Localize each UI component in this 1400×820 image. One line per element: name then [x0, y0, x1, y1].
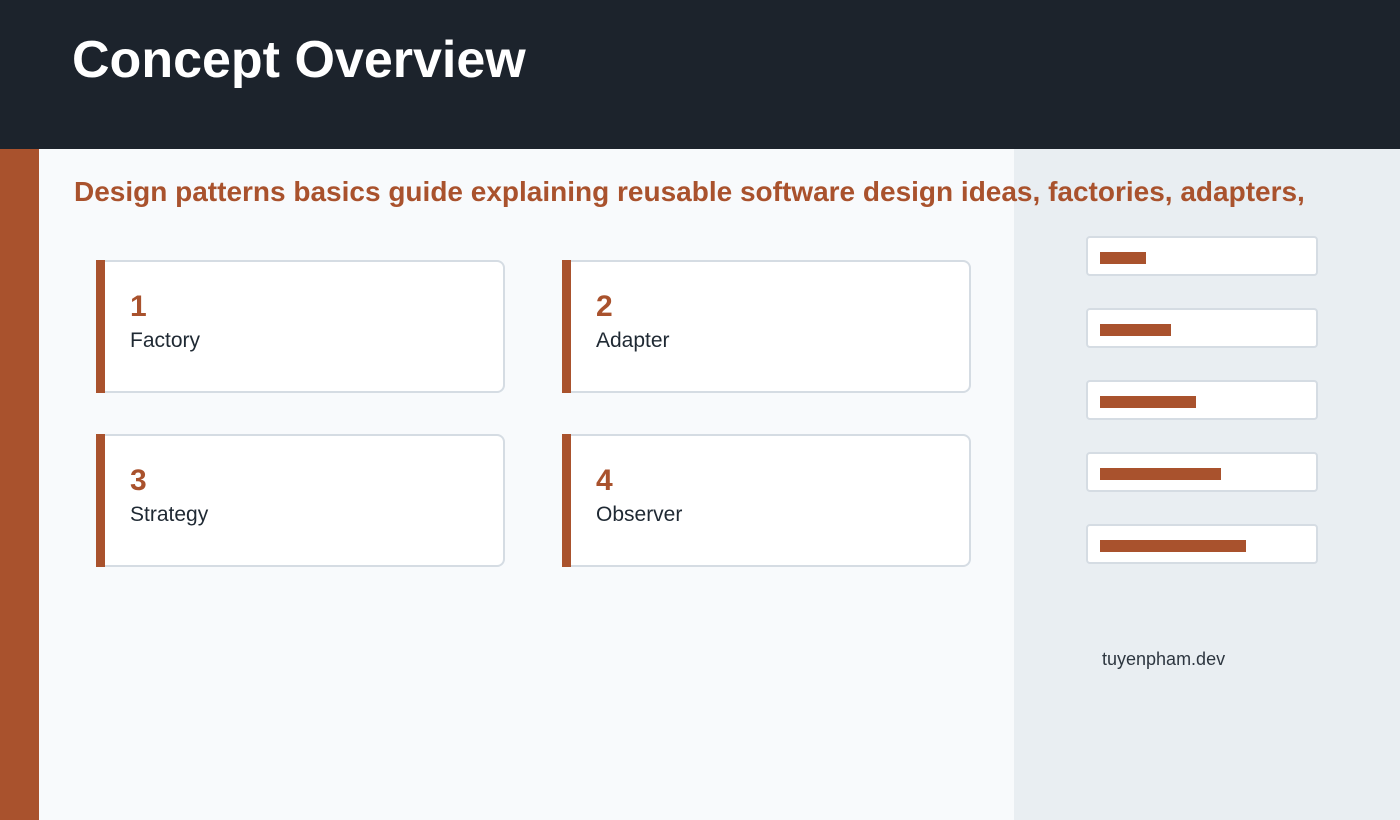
- card-number: 2: [596, 290, 613, 323]
- page-title: Concept Overview: [72, 31, 526, 89]
- card-number: 1: [130, 290, 147, 323]
- concept-card-factory: 1 Factory: [96, 260, 505, 393]
- card-number: 4: [596, 464, 613, 497]
- progress-bar-2: [1086, 308, 1318, 348]
- progress-bar-fill: [1100, 396, 1196, 408]
- progress-bar-fill: [1100, 324, 1171, 336]
- progress-bar-3: [1086, 380, 1318, 420]
- concept-card-strategy: 3 Strategy: [96, 434, 505, 567]
- footer-credit: tuyenpham.dev: [1102, 649, 1226, 669]
- left-accent-stripe: [0, 149, 39, 820]
- card-label: Factory: [130, 329, 201, 352]
- header-bar: Concept Overview: [0, 0, 1400, 149]
- progress-bar-fill: [1100, 252, 1146, 264]
- card-label: Observer: [596, 503, 683, 526]
- progress-bar-5: [1086, 524, 1318, 564]
- progress-bar-4: [1086, 452, 1318, 492]
- card-label: Adapter: [596, 329, 670, 352]
- progress-bar-fill: [1100, 468, 1221, 480]
- card-number: 3: [130, 464, 147, 497]
- subtitle: Design patterns basics guide explaining …: [74, 176, 1305, 207]
- progress-bar-fill: [1100, 540, 1246, 552]
- card-label: Strategy: [130, 503, 209, 526]
- concept-card-observer: 4 Observer: [562, 434, 971, 567]
- concept-card-adapter: 2 Adapter: [562, 260, 971, 393]
- progress-bar-1: [1086, 236, 1318, 276]
